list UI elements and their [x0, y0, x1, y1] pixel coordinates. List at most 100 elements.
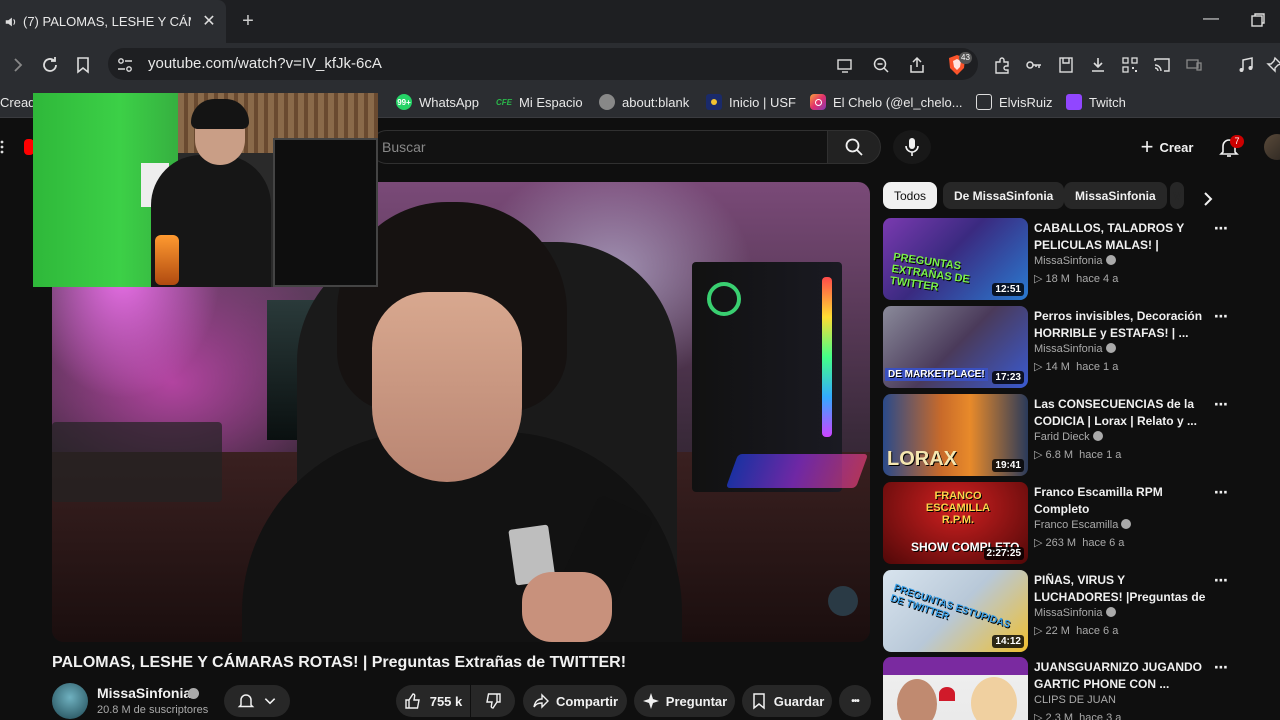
recommendation-item[interactable]: JUANSGUARNIZO JUGANDO GARTIC PHONE CON .… — [883, 657, 1228, 720]
video-rgb-ring — [707, 282, 741, 316]
recommendation-channel[interactable]: MissaSinfonia — [1034, 255, 1116, 267]
recommendation-title[interactable]: CABALLOS, TALADROS Y PELICULAS MALAS! | … — [1034, 220, 1209, 254]
search-input[interactable] — [370, 130, 828, 164]
recommendation-item[interactable]: PREGUNTAS ESTUPIDAS DE TWITTER 14:12 PIÑ… — [883, 570, 1228, 652]
more-options-icon[interactable]: ⋯ — [1214, 220, 1228, 236]
more-options-icon[interactable]: ⋯ — [1214, 396, 1228, 412]
media-icon[interactable] — [1236, 55, 1256, 75]
chevron-down-icon — [264, 698, 276, 705]
recommendation-item[interactable]: PREGUNTAS EXTRAÑAS DE TWITTER 12:51 CABA… — [883, 218, 1228, 300]
voice-search-button[interactable] — [893, 130, 931, 164]
recommendation-title[interactable]: Franco Escamilla RPM Completo — [1034, 484, 1209, 518]
channel-avatar[interactable] — [52, 683, 88, 719]
recommendation-title[interactable]: JUANSGUARNIZO JUGANDO GARTIC PHONE CON .… — [1034, 659, 1209, 693]
recommendation-title[interactable]: PIÑAS, VIRUS Y LUCHADORES! |Preguntas de… — [1034, 572, 1209, 606]
new-tab-button[interactable]: + — [238, 10, 258, 32]
chip-todos[interactable]: Todos — [883, 182, 938, 209]
extensions-icon[interactable] — [992, 55, 1012, 75]
thumbnail[interactable]: DE MARKETPLACE! 17:23 — [883, 306, 1028, 388]
twitch-icon — [1066, 94, 1082, 110]
save-page-icon[interactable] — [1056, 55, 1076, 75]
zoom-out-icon[interactable] — [871, 55, 891, 75]
cast-icon[interactable] — [1152, 55, 1172, 75]
site-settings-icon[interactable] — [115, 55, 135, 75]
recommendation-item[interactable]: FRANCO ESCAMILLA R.P.M. SHOW COMPLETO 2:27… — [883, 482, 1228, 564]
speaker-icon — [5, 17, 16, 26]
more-options-icon[interactable]: ⋯ — [1214, 572, 1228, 588]
tab-close-icon[interactable]: ✕ — [200, 12, 218, 30]
bookmark-whatsapp[interactable]: 99+ WhatsApp — [396, 93, 479, 111]
recommendation-channel[interactable]: MissaSinfonia — [1034, 607, 1116, 619]
url-text[interactable]: youtube.com/watch?v=IV_kfJk-6cA — [148, 55, 382, 72]
save-button[interactable]: Guardar — [742, 685, 832, 717]
search-placeholder: Buscar — [382, 139, 426, 155]
search-icon — [845, 138, 863, 156]
recommendation-channel[interactable]: Farid Dieck — [1034, 431, 1103, 443]
verified-icon — [1105, 255, 1116, 265]
video-duration: 2:27:25 — [983, 547, 1024, 560]
bookmark-elvisruiz[interactable]: ElvisRuiz — [976, 93, 1052, 111]
dislike-button[interactable] — [471, 685, 515, 717]
subscription-bell-button[interactable] — [224, 685, 290, 717]
download-icon[interactable] — [1088, 55, 1108, 75]
search-button[interactable] — [827, 130, 881, 164]
key-icon[interactable] — [1024, 55, 1044, 75]
ask-button[interactable]: Preguntar — [634, 685, 735, 717]
recommendation-title[interactable]: Perros invisibles, Decoración HORRIBLE y… — [1034, 308, 1209, 342]
more-options-icon[interactable]: ⋯ — [1214, 659, 1228, 675]
thumbnail[interactable]: LORAX 19:41 — [883, 394, 1028, 476]
devices-icon[interactable] — [1184, 55, 1204, 75]
bookmark-instagram[interactable]: El Chelo (@el_chelo... — [810, 93, 963, 111]
thumbnail[interactable]: PREGUNTAS ESTUPIDAS DE TWITTER 14:12 — [883, 570, 1028, 652]
bookmark-label: ElvisRuiz — [999, 94, 1053, 110]
more-options-icon[interactable]: ⋯ — [1214, 308, 1228, 324]
cast-tab-icon[interactable] — [835, 55, 855, 75]
qr-code-icon[interactable] — [1120, 55, 1140, 75]
recommendation-channel[interactable]: Franco Escamilla — [1034, 519, 1132, 531]
webcam-overlay — [33, 93, 378, 287]
video-duration: 14:12 — [992, 635, 1024, 648]
bookmark-usf[interactable]: Inicio | USF — [706, 93, 796, 111]
thumbnail[interactable] — [883, 657, 1028, 720]
upload-age: hace 6 a — [1076, 625, 1119, 637]
subscriber-count: 20.8 M de suscriptores — [97, 704, 209, 716]
share-button[interactable]: Compartir — [523, 685, 627, 717]
recommendation-item[interactable]: LORAX 19:41 Las CONSECUENCIAS de la CODI… — [883, 394, 1228, 476]
bookmark-label: El Chelo (@el_chelo... — [833, 94, 963, 110]
shield-count-badge: 43 — [959, 52, 972, 64]
recommendation-channel[interactable]: CLIPS DE JUAN — [1034, 694, 1116, 706]
chip-partial[interactable]: V — [1170, 182, 1184, 209]
more-actions-button[interactable]: ••• — [839, 685, 871, 717]
menu-icon[interactable] — [0, 140, 6, 154]
heart-icon — [939, 687, 955, 701]
create-button[interactable]: + Crear — [1128, 133, 1206, 161]
channel-name[interactable]: MissaSinfonia — [97, 685, 191, 701]
bookmark-icon[interactable] — [73, 55, 93, 75]
share-page-icon[interactable] — [907, 55, 927, 75]
minimize-button[interactable]: — — [1203, 10, 1219, 30]
thumbnail[interactable]: FRANCO ESCAMILLA R.P.M. SHOW COMPLETO 2:27… — [883, 482, 1028, 564]
pin-icon[interactable] — [1264, 55, 1280, 75]
browser-tabstrip: (7) PALOMAS, LESHE Y CÁMARAS ROTAS! | Pr… — [0, 0, 1280, 43]
upload-age: hace 4 a — [1076, 273, 1119, 285]
forward-icon[interactable] — [8, 55, 28, 75]
video-person-face — [372, 292, 522, 482]
reload-icon[interactable] — [40, 55, 60, 75]
restore-window-icon[interactable] — [1250, 12, 1266, 28]
like-button[interactable]: 755 k — [396, 685, 470, 717]
thumbnail[interactable]: PREGUNTAS EXTRAÑAS DE TWITTER 12:51 — [883, 218, 1028, 300]
bookmark-item[interactable]: Cread — [0, 93, 35, 111]
bookmark-mi-espacio[interactable]: CFE Mi Espacio — [496, 93, 583, 111]
chip-missasinfonia[interactable]: MissaSinfonia — [1064, 182, 1167, 209]
video-hand — [522, 572, 612, 642]
recommendation-title[interactable]: Las CONSECUENCIAS de la CODICIA | Lorax … — [1034, 396, 1209, 430]
bookmark-about-blank[interactable]: about:blank — [599, 93, 689, 111]
chip-de-missasinfonia[interactable]: De MissaSinfonia — [943, 182, 1065, 209]
bookmark-twitch[interactable]: Twitch — [1066, 93, 1126, 111]
recommendation-channel[interactable]: MissaSinfonia — [1034, 343, 1116, 355]
webcam-lamp — [155, 235, 179, 285]
chevron-right-icon[interactable] — [1198, 189, 1218, 209]
browser-tab[interactable]: (7) PALOMAS, LESHE Y CÁMARAS ROTAS! | Pr… — [0, 0, 226, 43]
more-options-icon[interactable]: ⋯ — [1214, 484, 1228, 500]
recommendation-item[interactable]: DE MARKETPLACE! 17:23 Perros invisibles,… — [883, 306, 1228, 388]
